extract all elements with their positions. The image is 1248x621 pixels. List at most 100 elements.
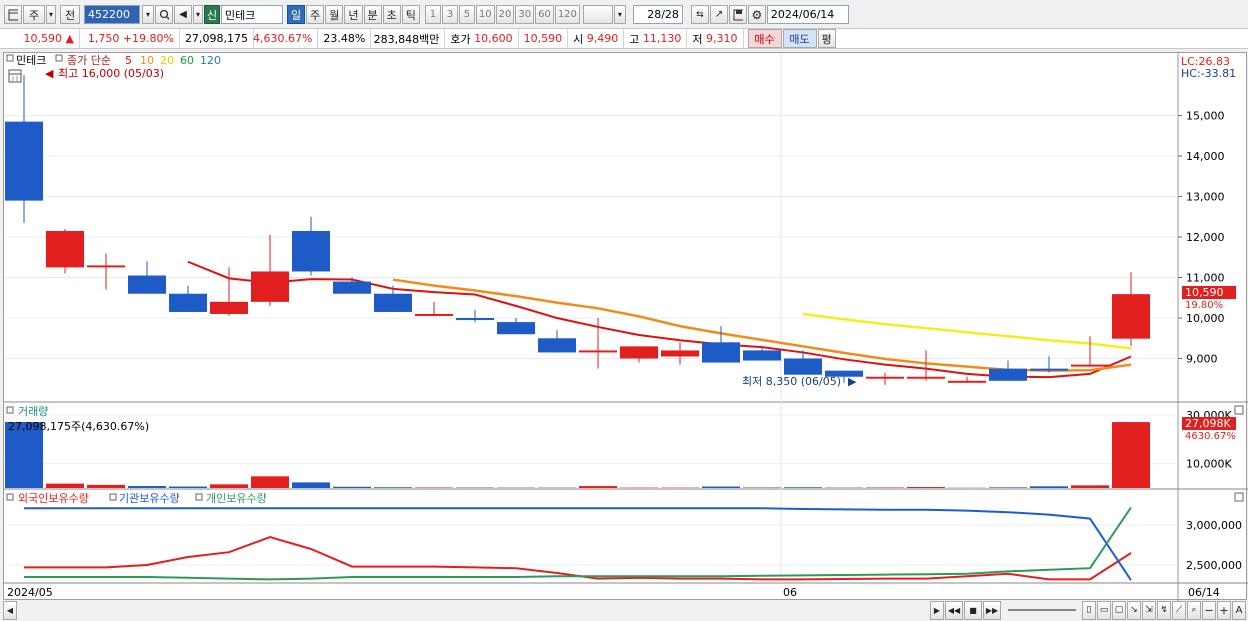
buy-button[interactable]: 매수: [747, 29, 782, 48]
high-label: 고: [629, 32, 640, 46]
tool-icon-2[interactable]: ▭: [1097, 600, 1111, 620]
eval-button[interactable]: 평: [817, 29, 836, 48]
auto-scale-icon[interactable]: A: [1232, 600, 1246, 620]
stock-name-field[interactable]: 민테크: [221, 5, 283, 24]
volume-close-icon[interactable]: [1234, 405, 1244, 415]
x-axis-end: 06/14: [1188, 586, 1220, 599]
candle-body: [292, 230, 330, 272]
gear-icon[interactable]: ⚙: [747, 5, 766, 24]
interval-button[interactable]: 60: [535, 5, 554, 24]
interval-button[interactable]: 10: [475, 5, 495, 24]
institution-holdings-title: 기관보유수량: [119, 492, 180, 505]
volume-bar: [702, 486, 740, 488]
stop-icon[interactable]: ■: [964, 600, 982, 620]
tool-icon-6[interactable]: ↯: [1157, 600, 1171, 620]
individual-holdings-line: [24, 506, 1132, 581]
trade-amount: 283,848백만: [371, 29, 446, 48]
foreign-holdings-title: 외국인보유수량: [18, 492, 89, 505]
first-page-icon[interactable]: ◀◀: [945, 600, 963, 620]
candle-body: [1071, 364, 1109, 367]
volume-bar: [907, 487, 945, 488]
high-price: 고 11,130: [624, 29, 688, 48]
volume-bar: [374, 487, 412, 488]
interval-button[interactable]: 5: [458, 5, 475, 24]
interval-button[interactable]: 120: [554, 5, 580, 24]
up-arrow-icon: ▲: [65, 32, 74, 45]
candle-body: [46, 230, 84, 268]
ma60-period: 60: [180, 54, 194, 67]
candle-body: [907, 376, 945, 379]
period-tab[interactable]: 월: [325, 5, 344, 24]
save-icon[interactable]: [728, 5, 747, 24]
high-marker-arrow: ◀: [45, 67, 54, 80]
holdings-close-icon[interactable]: [1234, 492, 1244, 502]
period-tab[interactable]: 틱: [401, 5, 420, 24]
credit-badge: 신: [204, 5, 220, 24]
interval-button[interactable]: 1: [424, 5, 441, 24]
stock-code-input[interactable]: 452200: [84, 5, 140, 24]
search-icon[interactable]: [155, 5, 173, 24]
interval-dropdown-icon[interactable]: ▾: [613, 5, 626, 24]
open-label: 시: [573, 32, 584, 46]
low-marker-arrow: ▶: [848, 375, 857, 388]
prev-button[interactable]: 전: [60, 5, 80, 24]
scroll-right-icon[interactable]: ▶: [930, 600, 944, 620]
zoom-icon[interactable]: ⌕: [1187, 600, 1201, 620]
period-tab[interactable]: 년: [344, 5, 363, 24]
period-select[interactable]: 주: [23, 5, 45, 24]
change-value: 1,750: [87, 32, 120, 45]
interval-button[interactable]: 3: [441, 5, 458, 24]
tool-icon-3[interactable]: ▢: [1112, 600, 1126, 620]
compare-icon[interactable]: ⇆: [690, 5, 709, 24]
period-dropdown-icon[interactable]: ▾: [46, 5, 56, 24]
open-price: 시 9,490: [568, 29, 625, 48]
stock-chart-svg: 15,000 14,000 13,000 12,000 11,000 10,000 9,00…: [4, 53, 1248, 601]
tool-icon-1[interactable]: ▯: [1082, 600, 1096, 620]
quote-bar: 10,590 ▲ 1,750 +19.80% 27,098,175 4,630.…: [0, 28, 1248, 49]
low-note: 최저 8,350 (06/05): [742, 375, 841, 388]
volume-summary: 27,098,175주(4,630.67%): [8, 420, 149, 433]
candle-body: [1030, 368, 1068, 371]
zoom-in-icon[interactable]: +: [1217, 600, 1231, 620]
candle-body: [456, 318, 494, 321]
low-price: 저 9,310: [687, 29, 744, 48]
candle-body: [538, 338, 576, 353]
price-panel: [4, 53, 1178, 401]
data-count-field[interactable]: 28/28: [632, 5, 683, 24]
candle-body: [374, 293, 412, 312]
ask-label: 호가: [450, 32, 471, 46]
scroll-left-icon[interactable]: ◀: [3, 600, 17, 620]
interval-input[interactable]: [582, 5, 613, 24]
individual-holdings-title: 개인보유수량: [206, 492, 267, 505]
interval-button[interactable]: 30: [515, 5, 535, 24]
chart-area[interactable]: 15,000 14,000 13,000 12,000 11,000 10,000 9,00…: [3, 52, 1248, 601]
layout-icon[interactable]: [4, 5, 22, 24]
period-tab[interactable]: 주: [306, 5, 325, 24]
last-page-icon[interactable]: ▶▶: [983, 600, 1001, 620]
candle-body: [989, 368, 1027, 381]
interval-button[interactable]: 20: [495, 5, 515, 24]
bid-value: 10,590: [519, 29, 569, 48]
zoom-out-icon[interactable]: −: [1202, 600, 1216, 620]
volume-value: 27,098,175: [180, 29, 254, 48]
tool-icon-4[interactable]: ↘: [1127, 600, 1141, 620]
tool-icon-7[interactable]: ⟋: [1172, 600, 1186, 620]
period-tab[interactable]: 일: [287, 5, 306, 24]
code-dropdown-icon[interactable]: ▾: [142, 5, 154, 24]
volume-bar: [87, 484, 125, 488]
x-axis-mid: 06: [783, 586, 797, 599]
period-tab[interactable]: 초: [382, 5, 401, 24]
date-input[interactable]: 2024/06/14: [766, 5, 849, 24]
sell-button[interactable]: 매도: [782, 29, 817, 48]
candle-body: [948, 380, 986, 383]
chart-scrollbar[interactable]: ◀ ▶ ◀◀ ■ ▶▶ ▯ ▭ ▢ ↘ ⇲ ↯ ⟋ ⌕ − + A: [3, 600, 1247, 620]
last-price-tag: 10,590: [1185, 286, 1224, 299]
zoom-slider[interactable]: [1008, 609, 1076, 611]
candle-body: [579, 350, 617, 353]
calendar-icon[interactable]: [8, 69, 22, 83]
period-tab[interactable]: 분: [363, 5, 382, 24]
tool-icon-5[interactable]: ⇲: [1142, 600, 1156, 620]
draw-icon[interactable]: ↗: [709, 5, 728, 24]
sound-dropdown-icon[interactable]: ▾: [193, 5, 203, 24]
sound-icon[interactable]: ◀: [174, 5, 192, 24]
